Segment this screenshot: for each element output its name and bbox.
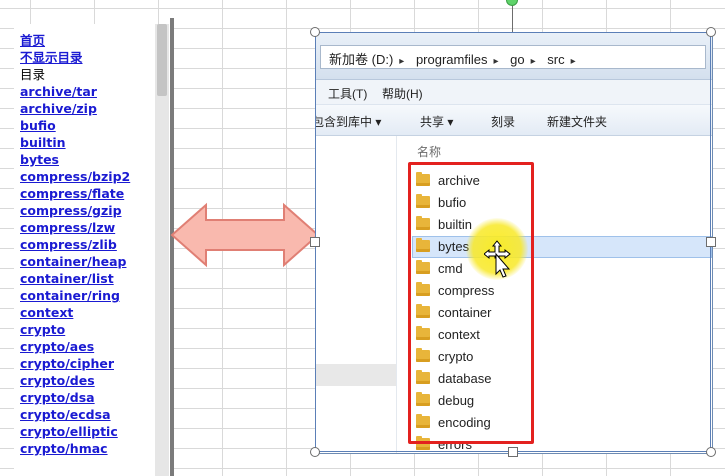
include-in-library-button[interactable]: 包含到库中 ▾ bbox=[316, 113, 381, 130]
address-path[interactable]: 新加卷 (D:) ▸ programfiles ▸ go ▸ src ▸ bbox=[320, 45, 706, 69]
left-panel-scrollbar[interactable] bbox=[155, 24, 169, 476]
doc-link-list: 首页 不显示目录 目录 archive/tar archive/zip bufio buil… bbox=[14, 24, 172, 457]
doc-link[interactable]: bufio bbox=[20, 117, 172, 134]
doc-link[interactable]: bytes bbox=[20, 151, 172, 168]
column-header-name[interactable]: 名称 bbox=[417, 143, 441, 160]
doc-heading: 目录 bbox=[20, 67, 46, 82]
folder-list-highlight-box bbox=[408, 162, 534, 444]
doc-link[interactable]: archive/tar bbox=[20, 83, 172, 100]
doc-link[interactable]: crypto/des bbox=[20, 372, 172, 389]
doc-link[interactable]: crypto/dsa bbox=[20, 389, 172, 406]
address-separator-icon: ▸ bbox=[530, 56, 536, 67]
doc-link[interactable]: container/ring bbox=[20, 287, 172, 304]
resize-handle-top-right[interactable] bbox=[706, 27, 716, 37]
address-segment-go[interactable]: go bbox=[510, 52, 524, 67]
doc-link[interactable]: context bbox=[20, 304, 172, 321]
resize-handle-bottom-right[interactable] bbox=[706, 447, 716, 457]
move-cursor-icon bbox=[484, 240, 511, 278]
resize-handle-right[interactable] bbox=[706, 237, 716, 247]
doc-link[interactable]: compress/zlib bbox=[20, 236, 172, 253]
doc-link[interactable]: compress/lzw bbox=[20, 219, 172, 236]
address-segment-src[interactable]: src bbox=[547, 52, 564, 67]
doc-link[interactable]: crypto/elliptic bbox=[20, 423, 172, 440]
double-arrow-icon bbox=[170, 202, 320, 268]
doc-link[interactable]: crypto bbox=[20, 321, 172, 338]
resize-handle-top-left[interactable] bbox=[310, 27, 320, 37]
doc-link[interactable]: compress/bzip2 bbox=[20, 168, 172, 185]
navigation-pane[interactable] bbox=[316, 136, 397, 453]
doc-link[interactable]: container/heap bbox=[20, 253, 172, 270]
address-separator-icon: ▸ bbox=[570, 56, 576, 67]
doc-link[interactable]: compress/flate bbox=[20, 185, 172, 202]
resize-handle-bottom-left[interactable] bbox=[310, 447, 320, 457]
double-arrow-shape bbox=[170, 202, 320, 268]
doc-link-panel: 首页 不显示目录 目录 archive/tar archive/zip bufio buil… bbox=[14, 24, 173, 476]
address-segment-drive[interactable]: 新加卷 (D:) bbox=[329, 52, 393, 67]
address-segment-programfiles[interactable]: programfiles bbox=[416, 52, 488, 67]
navigation-pane-item[interactable] bbox=[316, 364, 396, 386]
doc-link[interactable]: crypto/ecdsa bbox=[20, 406, 172, 423]
menu-help[interactable]: 帮助(H) bbox=[382, 85, 423, 102]
new-folder-button[interactable]: 新建文件夹 bbox=[547, 113, 607, 130]
resize-handle-bottom[interactable] bbox=[508, 447, 518, 457]
address-bar: 新加卷 (D:) ▸ programfiles ▸ go ▸ src ▸ bbox=[316, 33, 712, 80]
doc-link[interactable]: crypto/cipher bbox=[20, 355, 172, 372]
doc-link[interactable]: crypto/hmac bbox=[20, 440, 172, 457]
doc-link[interactable]: container/list bbox=[20, 270, 172, 287]
doc-link[interactable]: compress/gzip bbox=[20, 202, 172, 219]
left-panel-scrollbar-thumb[interactable] bbox=[157, 24, 167, 96]
menu-tools[interactable]: 工具(T) bbox=[328, 85, 367, 102]
menu-bar: 工具(T) 帮助(H) bbox=[316, 80, 712, 105]
doc-link[interactable]: 不显示目录 bbox=[20, 49, 172, 66]
doc-link[interactable]: builtin bbox=[20, 134, 172, 151]
burn-button[interactable]: 刻录 bbox=[491, 113, 515, 130]
share-button[interactable]: 共享 ▾ bbox=[420, 113, 453, 130]
address-separator-icon: ▸ bbox=[399, 56, 405, 67]
command-bar: 包含到库中 ▾ 共享 ▾ 刻录 新建文件夹 bbox=[316, 105, 712, 136]
resize-handle-left[interactable] bbox=[310, 237, 320, 247]
address-separator-icon: ▸ bbox=[493, 56, 499, 67]
doc-link[interactable]: 首页 bbox=[20, 32, 172, 49]
doc-link[interactable]: crypto/aes bbox=[20, 338, 172, 355]
doc-link[interactable]: archive/zip bbox=[20, 100, 172, 117]
